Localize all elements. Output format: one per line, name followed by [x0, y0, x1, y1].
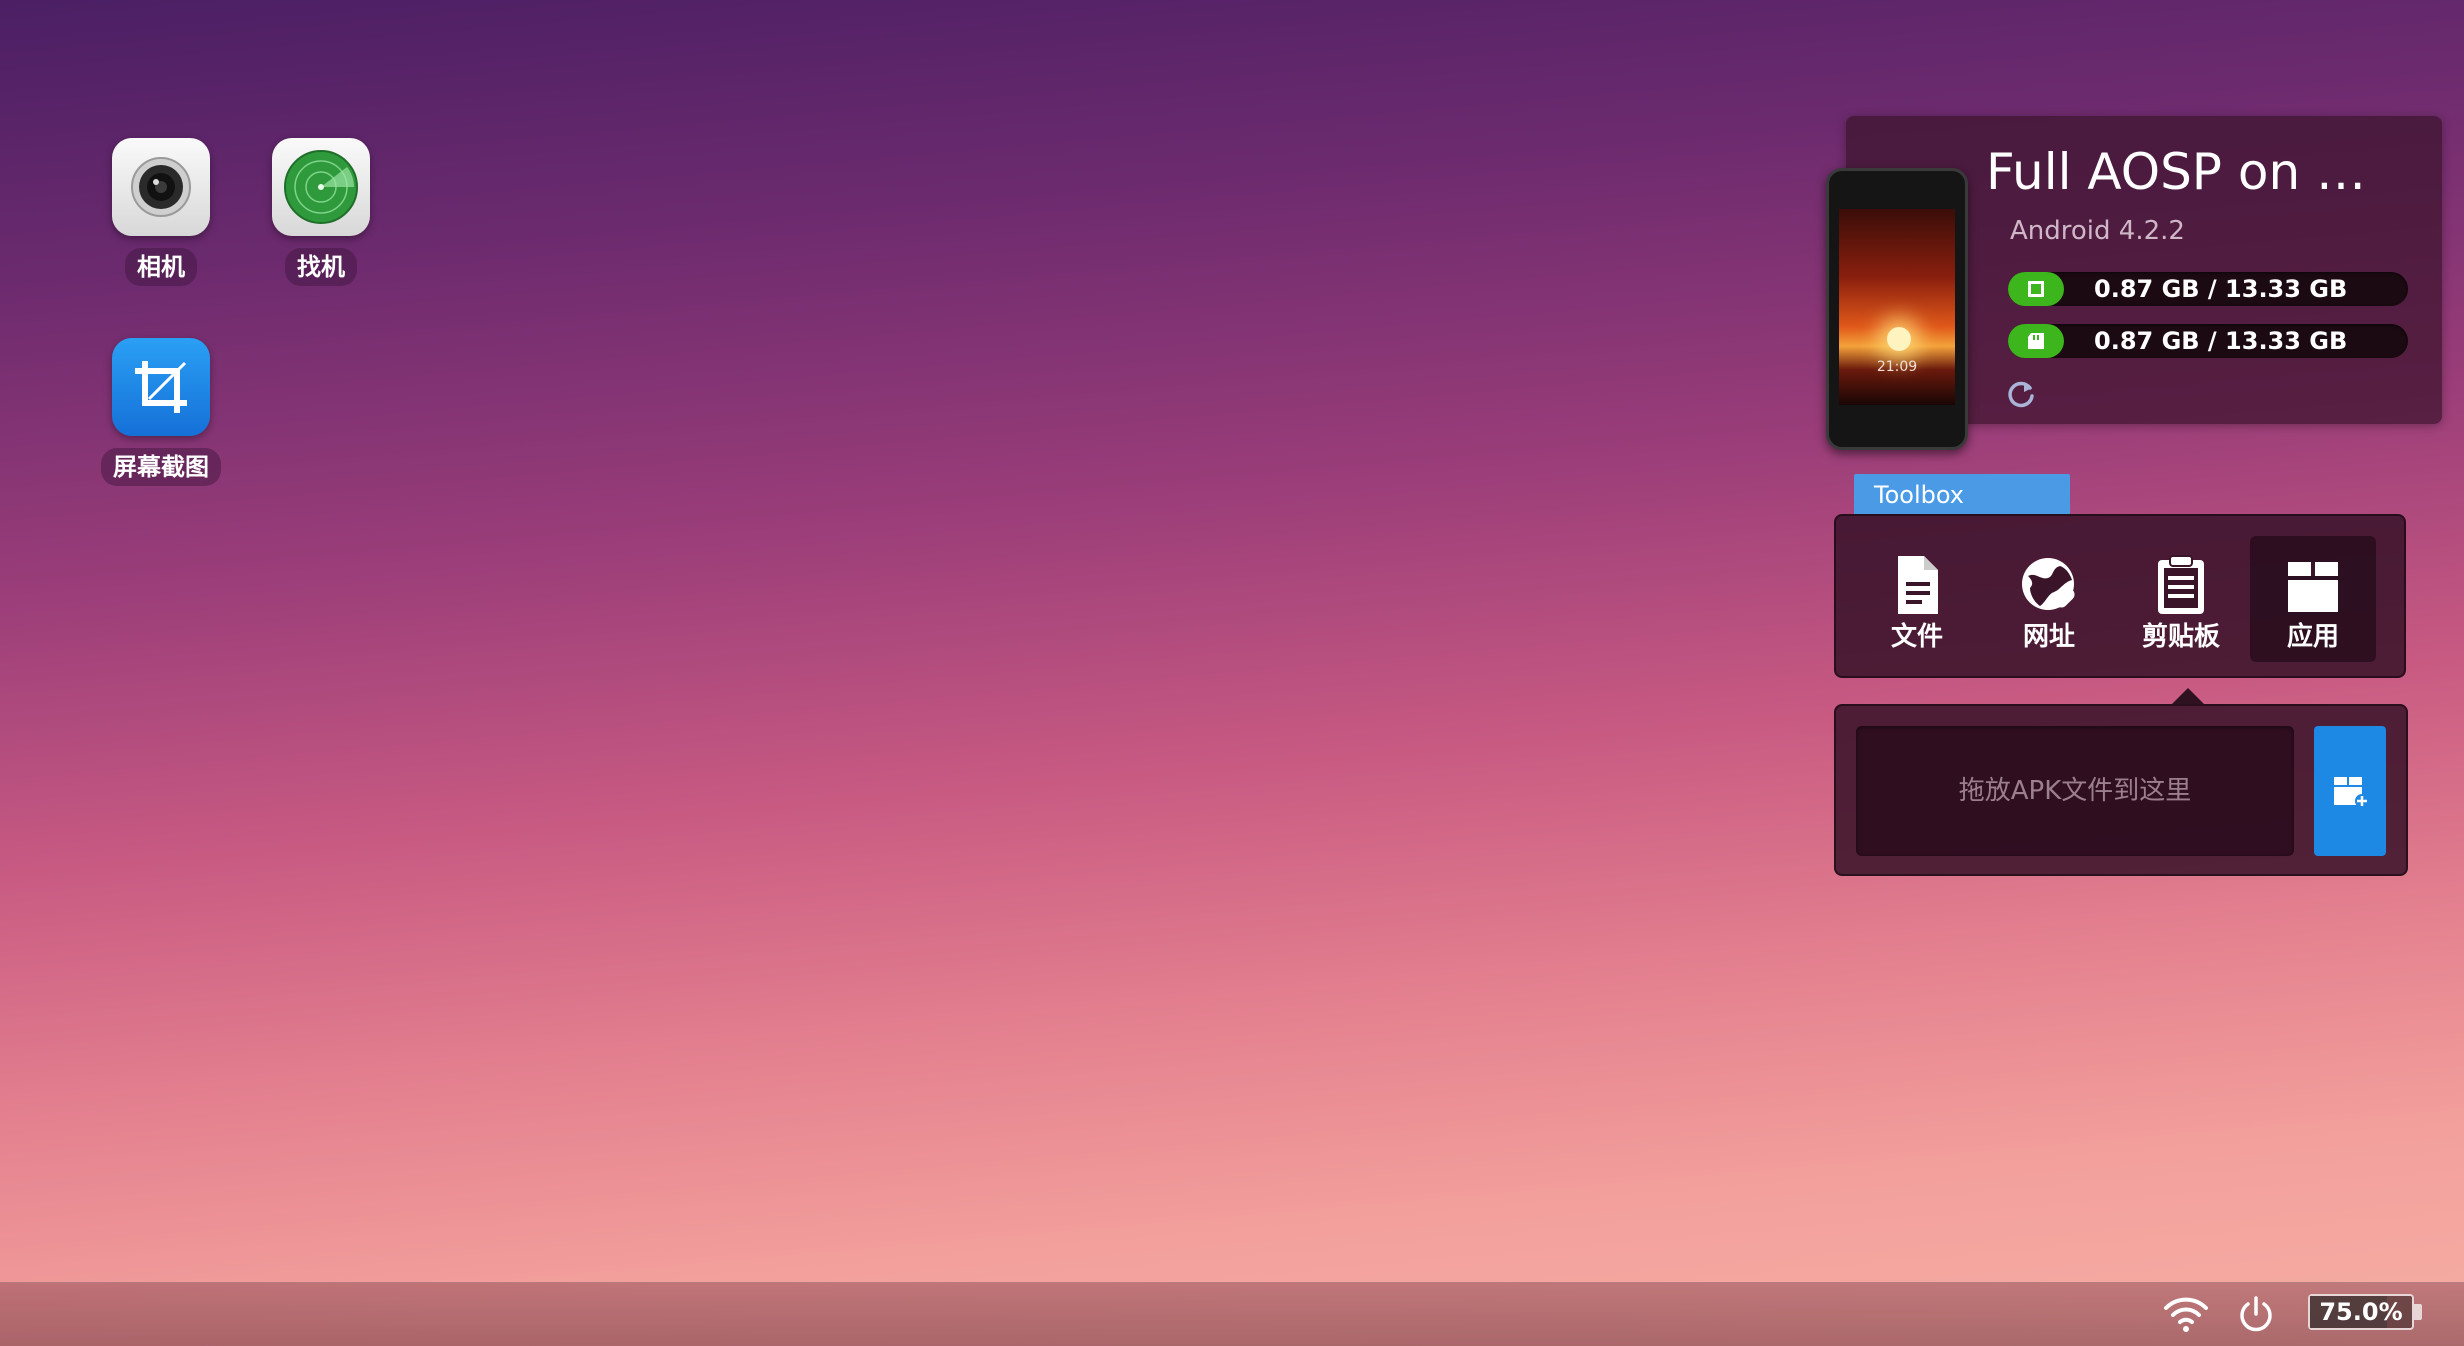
sd-card-icon	[2028, 333, 2044, 349]
globe-link-icon	[2022, 558, 2075, 610]
battery-indicator: 75.0%	[2308, 1294, 2414, 1330]
phone-clock: 21:09	[1876, 359, 1918, 375]
tool-file[interactable]: 文件	[1854, 536, 1980, 662]
crop-icon	[112, 338, 210, 436]
camera-icon	[112, 138, 210, 236]
tool-label: 应用	[2286, 622, 2339, 652]
desktop-icon-find-phone[interactable]: 找机	[246, 138, 396, 286]
desktop-icon-label: 找机	[285, 248, 357, 286]
device-os-version: Android 4.2.2	[2010, 216, 2185, 246]
desktop-icon-label: 相机	[125, 248, 197, 286]
toolbox-panel: 文件 网址 剪贴板 应用	[1834, 514, 2406, 678]
refresh-icon[interactable]	[2004, 376, 2038, 410]
storage-text: 0.87 GB / 13.33 GB	[2094, 327, 2348, 355]
add-apk-button[interactable]	[2314, 726, 2386, 856]
power-icon[interactable]	[2236, 1294, 2276, 1334]
desktop-icon-camera[interactable]: 相机	[86, 138, 236, 286]
apk-drop-zone[interactable]: 拖放APK文件到这里	[1856, 726, 2294, 856]
internal-storage-bar: 0.87 GB / 13.33 GB	[2008, 272, 2408, 306]
battery-text: 75.0%	[2319, 1298, 2403, 1326]
tool-url[interactable]: 网址	[1986, 536, 2112, 662]
app-box-icon	[2288, 562, 2338, 612]
sd-storage-bar: 0.87 GB / 13.33 GB	[2008, 324, 2408, 358]
tool-label: 剪贴板	[2141, 622, 2220, 652]
tool-apps[interactable]: 应用	[2250, 536, 2376, 662]
desktop-icon-label: 屏幕截图	[101, 448, 221, 486]
radar-icon	[272, 138, 370, 236]
taskbar	[0, 1282, 2464, 1346]
phone-image: 21:09	[1826, 168, 1968, 450]
pointer-arrow	[2172, 688, 2204, 704]
desktop-icon-screenshot[interactable]: 屏幕截图	[86, 338, 236, 486]
phone-screen: 21:09	[1839, 209, 1955, 405]
clipboard-icon	[2158, 555, 2204, 614]
file-icon	[1898, 556, 1938, 614]
apk-install-panel: 拖放APK文件到这里	[1834, 704, 2408, 876]
device-name: Full AOSP on M…	[1986, 143, 2406, 201]
desktop: 相机 找机 屏幕截图 21:09 Full AOSP on M… Android…	[0, 0, 2464, 1346]
tool-label: 文件	[1890, 622, 1943, 652]
battery-cap	[2414, 1304, 2422, 1320]
wifi-icon[interactable]	[2162, 1294, 2210, 1334]
phone-storage-icon	[2028, 281, 2044, 297]
storage-text: 0.87 GB / 13.33 GB	[2094, 275, 2348, 303]
tool-label: 网址	[2022, 622, 2075, 652]
add-app-icon	[2334, 777, 2369, 808]
toolbox-tab[interactable]: Toolbox	[1854, 474, 2070, 514]
tool-clipboard[interactable]: 剪贴板	[2118, 536, 2244, 662]
